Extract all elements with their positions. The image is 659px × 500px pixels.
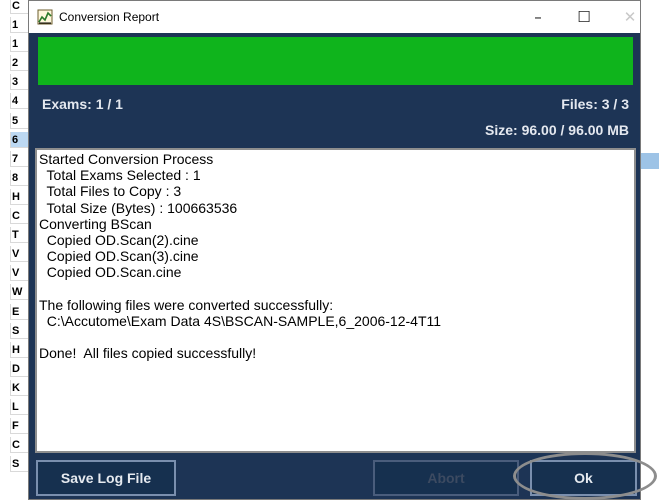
screen: C112345678HCTVVWESHDKLFCS Conversion Rep…: [0, 0, 659, 500]
log-line: Done! All files copied successfully!: [39, 345, 257, 362]
ok-highlight-annotation: [513, 452, 657, 500]
size-progress: Size: 96.00 / 96.00 MB: [485, 122, 629, 138]
conversion-report-dialog: Conversion Report – ☐ ✕ Exams: 1 / 1 Fil…: [28, 0, 641, 500]
abort-button[interactable]: Abort: [373, 460, 519, 496]
minimize-icon: –: [534, 8, 542, 26]
conversion-log[interactable]: Started Conversion Process Total Exams S…: [35, 148, 636, 453]
log-line: Converting BScan: [39, 215, 152, 232]
log-line: Total Size (Bytes) : 100663536: [39, 199, 238, 216]
close-icon: ✕: [623, 8, 637, 26]
save-log-file-button[interactable]: Save Log File: [36, 460, 176, 496]
log-line: The following files were converted succe…: [39, 296, 334, 313]
window-title: Conversion Report: [59, 10, 160, 24]
log-line: Started Conversion Process: [39, 151, 214, 167]
chart-icon: [37, 9, 53, 25]
log-line: Total Files to Copy : 3: [39, 183, 182, 200]
log-line: Copied OD.Scan(2).cine: [39, 231, 199, 248]
log-line: Copied OD.Scan.cine: [39, 264, 182, 281]
background-selected-row-highlight: [639, 153, 659, 169]
minimize-button[interactable]: –: [515, 1, 561, 33]
title-bar[interactable]: Conversion Report – ☐ ✕: [29, 1, 640, 33]
conversion-progress-bar: [37, 36, 634, 86]
log-line: C:\Accutome\Exam Data 4S\BSCAN-SAMPLE,6_…: [39, 312, 442, 329]
log-line: Copied OD.Scan(3).cine: [39, 248, 199, 265]
maximize-button[interactable]: ☐: [561, 1, 607, 33]
progress-fill: [38, 37, 633, 85]
exams-count: Exams: 1 / 1: [42, 96, 123, 112]
log-line: Total Exams Selected : 1: [39, 167, 201, 184]
files-count: Files: 3 / 3: [561, 96, 629, 112]
maximize-icon: ☐: [577, 8, 591, 26]
close-button[interactable]: ✕: [607, 1, 653, 33]
